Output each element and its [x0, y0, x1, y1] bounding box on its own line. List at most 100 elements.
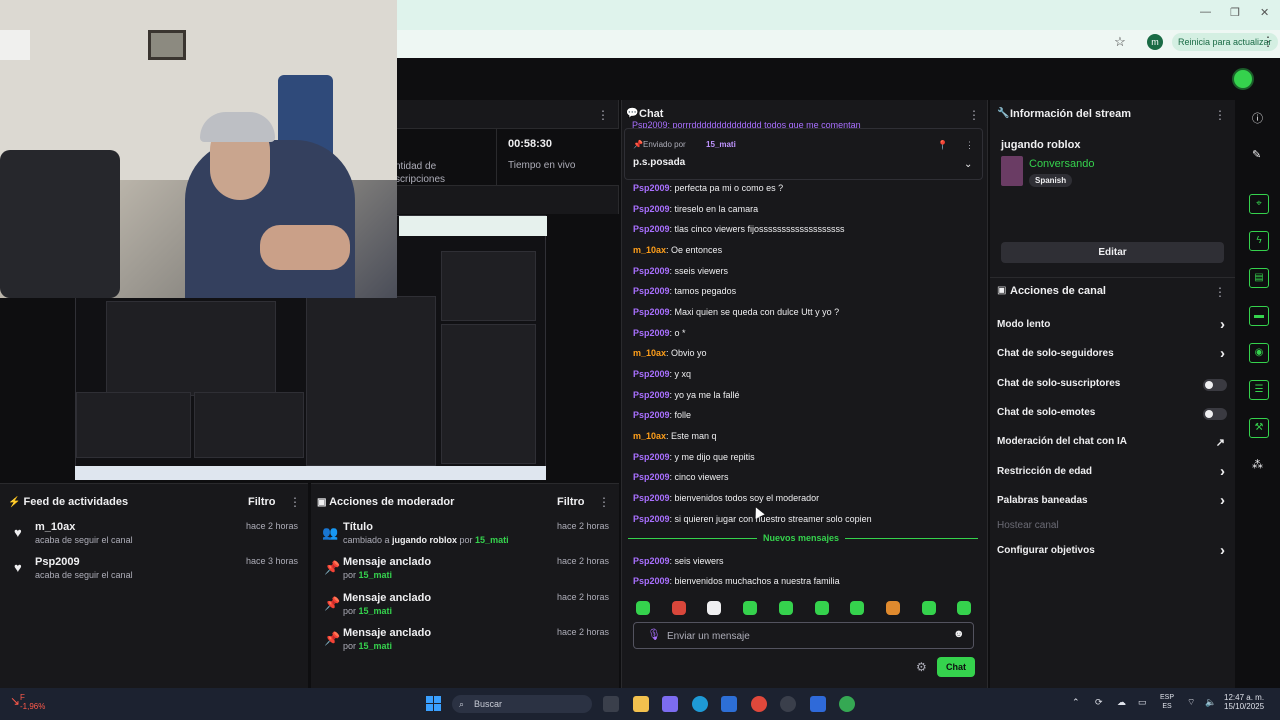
edit-stream-info-button[interactable]: Editar	[1001, 242, 1224, 263]
stream-category[interactable]: Conversando	[1029, 158, 1094, 170]
sync-icon[interactable]: ⟳	[1095, 697, 1103, 708]
mic-icon[interactable]: 🎙	[647, 628, 661, 641]
bookmark-star-icon[interactable]: ☆	[1112, 34, 1128, 50]
chrome-active-icon[interactable]	[839, 696, 855, 712]
channel-action-row[interactable]: Palabras baneadas ›	[997, 492, 1227, 513]
chat-username[interactable]: Psp2009	[633, 286, 670, 296]
file-explorer-icon[interactable]	[633, 696, 649, 712]
clip-icon[interactable]: ⌖	[1249, 194, 1269, 214]
layout-icon[interactable]: ☰	[1249, 380, 1269, 400]
chat-username[interactable]: Psp2009	[633, 452, 670, 462]
toggle-switch[interactable]	[1203, 408, 1227, 420]
channel-action-row[interactable]: Restricción de edad ›	[997, 463, 1227, 484]
chrome-icon[interactable]	[751, 696, 767, 712]
battery-icon[interactable]: ▭	[1138, 697, 1147, 708]
chat-settings-icon[interactable]: ⚙	[916, 660, 927, 674]
task-view-icon[interactable]	[603, 696, 619, 712]
chat-username[interactable]: Psp2009	[633, 390, 670, 400]
channel-action-row[interactable]: Chat de solo-suscriptores	[997, 378, 1227, 396]
obs-icon[interactable]	[780, 696, 796, 712]
chat-username[interactable]: Psp2009	[633, 472, 670, 482]
chat-username[interactable]: Psp2009	[633, 410, 670, 420]
toggle-switch[interactable]	[1203, 379, 1227, 391]
stock-widget-icon[interactable]: ↘	[10, 694, 20, 708]
emote-button[interactable]	[672, 601, 686, 615]
chat-input-box[interactable]	[633, 622, 974, 649]
store-icon[interactable]	[721, 696, 737, 712]
emote-button[interactable]	[743, 601, 757, 615]
mod-action-item[interactable]: 👥 Título cambiado a jugando roblox por 1…	[311, 521, 619, 556]
stock-widget[interactable]: F -1,96%	[20, 693, 45, 711]
share-icon[interactable]: ⁂	[1252, 458, 1263, 471]
chat-rail-icon[interactable]: ▬	[1249, 306, 1269, 326]
mod-action-user[interactable]: 15_mati	[359, 641, 393, 651]
user-avatar[interactable]	[1232, 68, 1254, 90]
browser-menu-icon[interactable]: ⋮	[1260, 34, 1276, 50]
broadcast-icon[interactable]: ◉	[1249, 343, 1269, 363]
emote-button[interactable]	[707, 601, 721, 615]
preview-menu-icon[interactable]: ⋮	[597, 108, 609, 122]
chat-username[interactable]: Psp2009	[633, 307, 670, 317]
feed-item[interactable]: ♥ m_10ax acaba de seguir el canal hace 2…	[0, 521, 308, 556]
chat-username[interactable]: Psp2009	[633, 369, 670, 379]
emote-button[interactable]	[815, 601, 829, 615]
mod-action-item[interactable]: 📌 Mensaje anclado por 15_mati hace 2 hor…	[311, 627, 619, 662]
notes-icon[interactable]: ▤	[1249, 268, 1269, 288]
mod-action-item[interactable]: 📌 Mensaje anclado por 15_mati hace 2 hor…	[311, 556, 619, 591]
cloud-icon[interactable]: ☁	[1117, 697, 1126, 708]
browser-profile-avatar[interactable]: m	[1147, 34, 1163, 50]
pinned-user[interactable]: 15_mati	[706, 140, 736, 149]
feed-filter-button[interactable]: Filtro	[248, 496, 276, 508]
chevron-up-icon[interactable]: ⌃	[1072, 697, 1080, 708]
chat-username[interactable]: Psp2009	[633, 183, 670, 193]
feed-menu-icon[interactable]: ⋮	[289, 495, 301, 509]
chat-username[interactable]: Psp2009	[633, 224, 670, 234]
channel-action-row[interactable]: Chat de solo-emotes	[997, 407, 1227, 425]
wifi-icon[interactable]: ⌔	[1187, 697, 1195, 708]
taskbar-search[interactable]: ⌕ Buscar	[452, 695, 592, 713]
emote-button[interactable]	[636, 601, 650, 615]
new-messages-label[interactable]: Nuevos mensajes	[757, 533, 846, 543]
chat-username[interactable]: Psp2009	[633, 204, 670, 214]
language-indicator[interactable]: ESP ES	[1160, 693, 1174, 711]
pencil-icon[interactable]: ✎	[1252, 148, 1261, 161]
mod-action-user[interactable]: 15_mati	[359, 570, 393, 580]
emote-button[interactable]	[922, 601, 936, 615]
chat-input[interactable]	[667, 628, 947, 644]
mod-filter-button[interactable]: Filtro	[557, 496, 585, 508]
chat-username[interactable]: Psp2009	[633, 266, 670, 276]
app-icon[interactable]	[810, 696, 826, 712]
stream-info-menu-icon[interactable]: ⋮	[1214, 108, 1226, 122]
chat-username[interactable]: m_10ax	[633, 348, 666, 358]
chat-username[interactable]: m_10ax	[633, 245, 666, 255]
minimize-icon[interactable]: —	[1200, 6, 1211, 18]
emoji-icon[interactable]: ☻	[953, 628, 965, 640]
chat-username[interactable]: Psp2009	[633, 514, 670, 524]
info-icon[interactable]: ⓘ	[1252, 110, 1263, 126]
edge-icon[interactable]	[692, 696, 708, 712]
feed-item[interactable]: ♥ Psp2009 acaba de seguir el canal hace …	[0, 556, 308, 591]
volume-icon[interactable]: 🔈	[1205, 697, 1216, 708]
emote-button[interactable]	[886, 601, 900, 615]
mod-action-item[interactable]: 📌 Mensaje anclado por 15_mati hace 2 hor…	[311, 592, 619, 627]
copilot-icon[interactable]	[662, 696, 678, 712]
channel-action-row[interactable]: Chat de solo-seguidores ›	[997, 345, 1227, 366]
chat-username[interactable]: m_10ax	[633, 431, 666, 441]
channel-action-row[interactable]: Configurar objetivos ›	[997, 542, 1227, 563]
chevron-down-icon[interactable]: ⌄	[964, 159, 972, 170]
pinned-menu-icon[interactable]: ⋮	[965, 140, 974, 151]
chat-menu-icon[interactable]: ⋮	[968, 108, 980, 122]
windows-start-icon[interactable]	[426, 696, 441, 711]
taskbar-clock[interactable]: 12:47 a. m. 15/10/2025	[1224, 693, 1264, 711]
chat-username[interactable]: Psp2009	[633, 328, 670, 338]
chat-send-button[interactable]: Chat	[937, 657, 975, 677]
pinned-message[interactable]	[624, 128, 983, 180]
mod-action-user[interactable]: 15_mati	[359, 606, 393, 616]
channel-action-row[interactable]: Moderación del chat con IA ↗	[997, 436, 1227, 454]
lightning-icon[interactable]: ϟ	[1249, 231, 1269, 251]
maximize-icon[interactable]: ❐	[1230, 6, 1240, 19]
wrench-rail-icon[interactable]: ⚒	[1249, 418, 1269, 438]
emote-button[interactable]	[850, 601, 864, 615]
channel-actions-menu-icon[interactable]: ⋮	[1214, 285, 1226, 299]
emote-button[interactable]	[957, 601, 971, 615]
